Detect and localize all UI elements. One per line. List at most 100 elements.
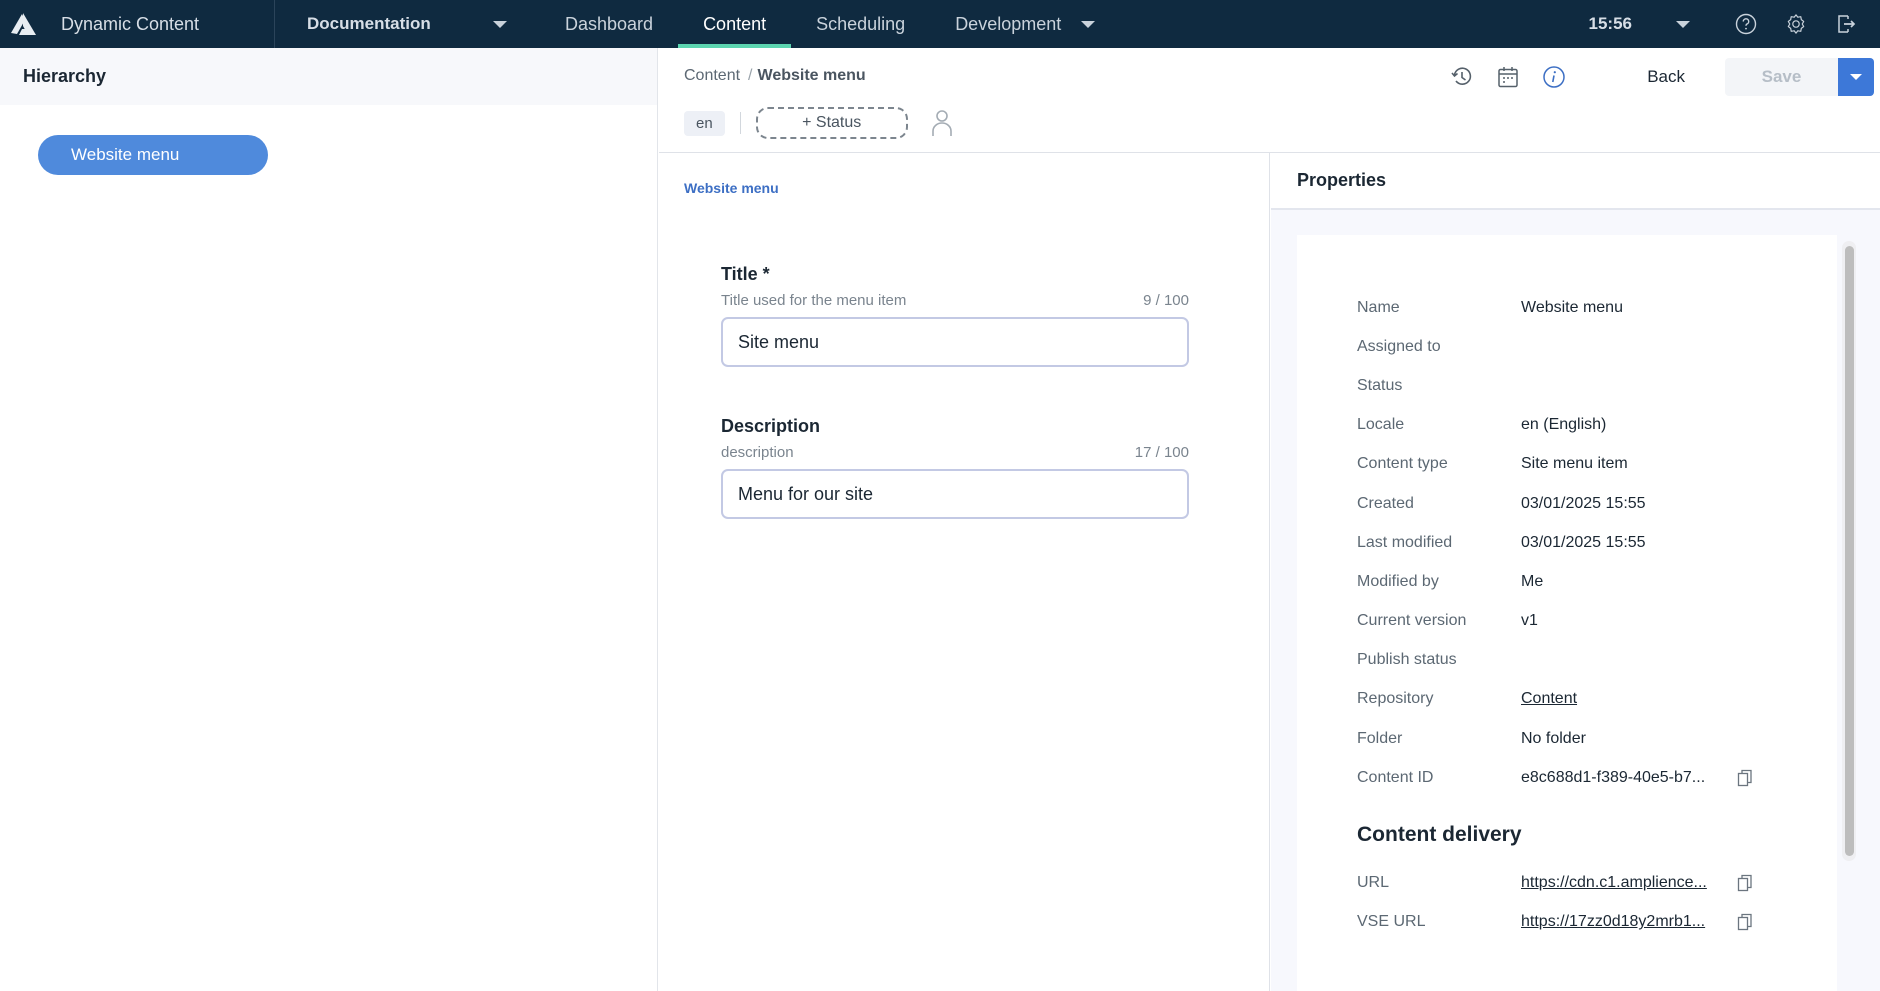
properties-panel: Properties Name Website menu Assigned to …	[1271, 153, 1880, 991]
content-id-value: e8c688d1-f389-40e5-b7...	[1521, 768, 1706, 786]
top-nav: Dynamic Content Documentation Dashboard …	[0, 0, 1880, 48]
property-row: Current version v1	[1357, 602, 1753, 641]
save-button-group: Save	[1725, 58, 1874, 96]
repository-link[interactable]: Content	[1521, 690, 1721, 708]
hierarchy-title: Hierarchy	[0, 48, 657, 105]
hierarchy-item-website-menu[interactable]: Website menu	[38, 135, 268, 175]
property-row: Last modified 03/01/2025 15:55	[1357, 523, 1753, 562]
nav-tab-development[interactable]: Development	[930, 0, 1120, 48]
breadcrumb-current: Website menu	[757, 67, 866, 84]
hub-selector[interactable]: Documentation	[275, 0, 540, 48]
chip-divider	[739, 112, 741, 134]
description-meta: description 17 / 100	[721, 444, 1189, 461]
save-button[interactable]: Save	[1725, 58, 1838, 96]
property-row: Repository Content	[1357, 680, 1753, 719]
copy-icon[interactable]	[1737, 874, 1753, 892]
property-key: Locale	[1357, 416, 1405, 434]
property-key: Publish status	[1357, 651, 1457, 669]
property-key: Content ID	[1357, 768, 1434, 786]
property-value: No folder	[1521, 729, 1586, 747]
amplience-logo-icon	[11, 13, 36, 35]
property-value: v1	[1521, 612, 1538, 630]
hub-label: Documentation	[307, 14, 431, 33]
history-icon[interactable]	[1449, 64, 1475, 90]
copy-icon[interactable]	[1737, 913, 1753, 931]
property-value: 03/01/2025 15:55	[1521, 494, 1646, 512]
logout-icon[interactable]	[1834, 12, 1858, 36]
property-key: Created	[1357, 494, 1414, 512]
title-label: Title *	[721, 264, 770, 284]
property-value: Website menu	[1521, 298, 1623, 316]
add-status-button[interactable]: + Status	[755, 107, 908, 139]
nav-tab-scheduling[interactable]: Scheduling	[791, 0, 930, 48]
delivery-url-link[interactable]: https://cdn.c1.amplience...	[1521, 874, 1721, 892]
calendar-icon[interactable]	[1495, 64, 1521, 90]
title-help: Title used for the menu item	[721, 292, 907, 309]
title-char-count: 9 / 100	[1143, 292, 1189, 309]
title-field: Title * Title used for the menu item 9 /…	[721, 264, 1189, 367]
content-chips: en + Status	[684, 107, 954, 139]
nav-tab-development-label: Development	[955, 13, 1062, 34]
properties-scrollbar[interactable]	[1842, 241, 1856, 861]
property-row: Publish status	[1357, 641, 1753, 680]
title-input[interactable]	[721, 317, 1189, 367]
property-value: en (English)	[1521, 416, 1607, 434]
settings-icon[interactable]	[1784, 12, 1808, 36]
description-input[interactable]	[721, 469, 1189, 519]
property-key: Status	[1357, 376, 1403, 394]
title-meta: Title used for the menu item 9 / 100	[721, 292, 1189, 309]
scrollbar-thumb[interactable]	[1845, 246, 1854, 856]
property-key: URL	[1357, 874, 1390, 892]
nav-tab-content[interactable]: Content	[678, 0, 792, 48]
property-row: Created 03/01/2025 15:55	[1357, 484, 1753, 523]
editor-header: Content / Website menu en + Status Back …	[659, 48, 1880, 153]
copy-icon[interactable]	[1737, 769, 1753, 787]
chevron-down-icon	[1850, 74, 1862, 80]
property-row: Modified by Me	[1357, 562, 1753, 601]
description-field: Description description 17 / 100	[721, 416, 1189, 519]
property-key: Folder	[1357, 729, 1403, 747]
property-value: Site menu item	[1521, 455, 1628, 473]
property-row: Folder No folder	[1357, 719, 1753, 758]
property-row: URL https://cdn.c1.amplience...	[1357, 863, 1753, 902]
property-value: Me	[1521, 572, 1544, 590]
editor-toolbar: Back Save	[1449, 58, 1880, 96]
property-value: 03/01/2025 15:55	[1521, 533, 1646, 551]
property-row: VSE URL https://17zz0d18y2mrb1...	[1357, 903, 1753, 942]
description-help: description	[721, 444, 794, 461]
property-row: Assigned to	[1357, 327, 1753, 366]
property-row: Status	[1357, 366, 1753, 405]
timezone-dropdown-icon[interactable]	[1676, 20, 1690, 28]
locale-chip[interactable]: en	[684, 110, 725, 136]
help-icon[interactable]	[1734, 12, 1758, 36]
description-char-count: 17 / 100	[1134, 444, 1189, 461]
property-key: Repository	[1357, 690, 1434, 708]
property-key: Current version	[1357, 612, 1467, 630]
info-icon[interactable]	[1541, 64, 1567, 90]
property-key: Last modified	[1357, 533, 1453, 551]
properties-title: Properties	[1271, 153, 1880, 210]
vse-url-link[interactable]: https://17zz0d18y2mrb1...	[1521, 913, 1721, 931]
clock: 15:56	[1588, 14, 1632, 33]
chevron-down-icon	[1081, 20, 1096, 28]
content-form: Website menu Title * Title used for the …	[659, 153, 1270, 991]
breadcrumb-root[interactable]: Content	[684, 67, 740, 85]
property-key: Content type	[1357, 455, 1448, 473]
properties-list: Name Website menu Assigned to Status Loca…	[1357, 288, 1753, 942]
properties-card: Name Website menu Assigned to Status Loca…	[1297, 235, 1837, 991]
property-row: Locale en (English)	[1357, 406, 1753, 445]
app-title: Dynamic Content	[61, 13, 200, 34]
save-options-button[interactable]	[1838, 58, 1874, 96]
form-breadcrumb[interactable]: Website menu	[684, 180, 779, 196]
property-key: Modified by	[1357, 572, 1439, 590]
property-key: Assigned to	[1357, 337, 1441, 355]
property-key: VSE URL	[1357, 913, 1426, 931]
content-delivery-title: Content delivery	[1357, 823, 1522, 847]
nav-tab-dashboard[interactable]: Dashboard	[540, 0, 678, 48]
breadcrumb-separator: /	[748, 67, 753, 84]
back-button[interactable]: Back	[1647, 67, 1685, 87]
property-row: Content ID e8c688d1-f389-40e5-b7...	[1357, 758, 1753, 797]
breadcrumb: Content / Website menu	[684, 67, 866, 85]
property-key: Name	[1357, 298, 1400, 316]
assign-user-icon[interactable]	[930, 108, 954, 138]
